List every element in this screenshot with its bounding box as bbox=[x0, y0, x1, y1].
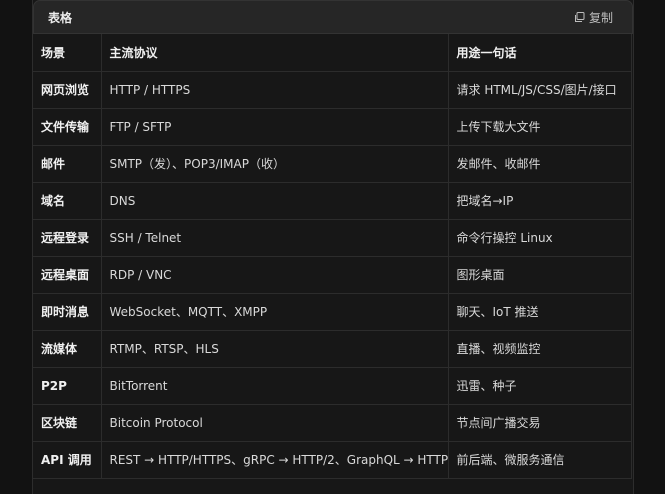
purpose-cell: 直播、视频监控 bbox=[448, 330, 632, 368]
protocol-cell: SSH / Telnet bbox=[101, 219, 449, 257]
table-row: P2P BitTorrent 迅雷、种子 bbox=[33, 367, 632, 405]
protocol-cell: BitTorrent bbox=[101, 367, 449, 405]
copy-icon bbox=[574, 11, 585, 23]
table-row: 文件传输 FTP / SFTP 上传下载大文件 bbox=[33, 108, 632, 146]
column-header: 主流协议 bbox=[101, 34, 449, 72]
scenario-cell: 邮件 bbox=[33, 145, 102, 183]
table-row: 邮件 SMTP（发）、POP3/IMAP（收） 发邮件、收邮件 bbox=[33, 145, 632, 183]
scenario-cell: API 调用 bbox=[33, 441, 102, 479]
copy-label: 复制 bbox=[588, 10, 613, 25]
protocol-cell: RDP / VNC bbox=[101, 256, 449, 294]
column-header: 用途一句话 bbox=[448, 34, 632, 72]
copy-button[interactable]: 复制 bbox=[574, 9, 613, 26]
scenario-cell: 文件传输 bbox=[33, 108, 102, 146]
scenario-cell: 远程桌面 bbox=[33, 256, 102, 294]
scenario-cell: 即时消息 bbox=[33, 293, 102, 331]
scenario-cell: 流媒体 bbox=[33, 330, 102, 368]
table-row: 流媒体 RTMP、RTSP、HLS 直播、视频监控 bbox=[33, 330, 632, 368]
protocol-cell: DNS bbox=[101, 182, 449, 220]
purpose-cell: 迅雷、种子 bbox=[448, 367, 632, 405]
panel-header: 表格 复制 bbox=[33, 0, 633, 34]
panel-title: 表格 bbox=[48, 10, 73, 25]
table-row: 远程桌面 RDP / VNC 图形桌面 bbox=[33, 256, 632, 294]
purpose-cell: 请求 HTML/JS/CSS/图片/接口 bbox=[448, 71, 632, 109]
purpose-cell: 前后端、微服务通信 bbox=[448, 441, 632, 479]
table-row: 网页浏览 HTTP / HTTPS 请求 HTML/JS/CSS/图片/接口 bbox=[33, 71, 632, 109]
table-row: API 调用 REST → HTTP/HTTPS、gRPC → HTTP/2、Gr… bbox=[33, 441, 632, 479]
protocol-cell: SMTP（发）、POP3/IMAP（收） bbox=[101, 145, 449, 183]
table-row: 远程登录 SSH / Telnet 命令行操控 Linux bbox=[33, 219, 632, 257]
table-row: 即时消息 WebSocket、MQTT、XMPP 聊天、IoT 推送 bbox=[33, 293, 632, 331]
purpose-cell: 上传下载大文件 bbox=[448, 108, 632, 146]
scenario-cell: 远程登录 bbox=[33, 219, 102, 257]
scenario-cell: P2P bbox=[33, 367, 102, 405]
protocol-table: 场景 主流协议 用途一句话 网页浏览 HTTP / HTTPS 请求 HTML/JS… bbox=[33, 34, 632, 479]
purpose-cell: 节点间广播交易 bbox=[448, 404, 632, 442]
table-panel: 表格 复制 场景 主流协议 用途一句话 网页浏览 HTTP / HTTPS 请求 H… bbox=[32, 0, 634, 494]
scenario-cell: 网页浏览 bbox=[33, 71, 102, 109]
column-header: 场景 bbox=[33, 34, 102, 72]
protocol-cell: Bitcoin Protocol bbox=[101, 404, 449, 442]
protocol-cell: REST → HTTP/HTTPS、gRPC → HTTP/2、GraphQL … bbox=[101, 441, 449, 479]
protocol-cell: RTMP、RTSP、HLS bbox=[101, 330, 449, 368]
scenario-cell: 域名 bbox=[33, 182, 102, 220]
table-row: 域名 DNS 把域名→IP bbox=[33, 182, 632, 220]
purpose-cell: 把域名→IP bbox=[448, 182, 632, 220]
scenario-cell: 区块链 bbox=[33, 404, 102, 442]
purpose-cell: 聊天、IoT 推送 bbox=[448, 293, 632, 331]
table-row: 区块链 Bitcoin Protocol 节点间广播交易 bbox=[33, 404, 632, 442]
protocol-cell: HTTP / HTTPS bbox=[101, 71, 449, 109]
protocol-cell: WebSocket、MQTT、XMPP bbox=[101, 293, 449, 331]
protocol-cell: FTP / SFTP bbox=[101, 108, 449, 146]
purpose-cell: 发邮件、收邮件 bbox=[448, 145, 632, 183]
purpose-cell: 图形桌面 bbox=[448, 256, 632, 294]
purpose-cell: 命令行操控 Linux bbox=[448, 219, 632, 257]
table-header-row: 场景 主流协议 用途一句话 bbox=[33, 34, 632, 72]
